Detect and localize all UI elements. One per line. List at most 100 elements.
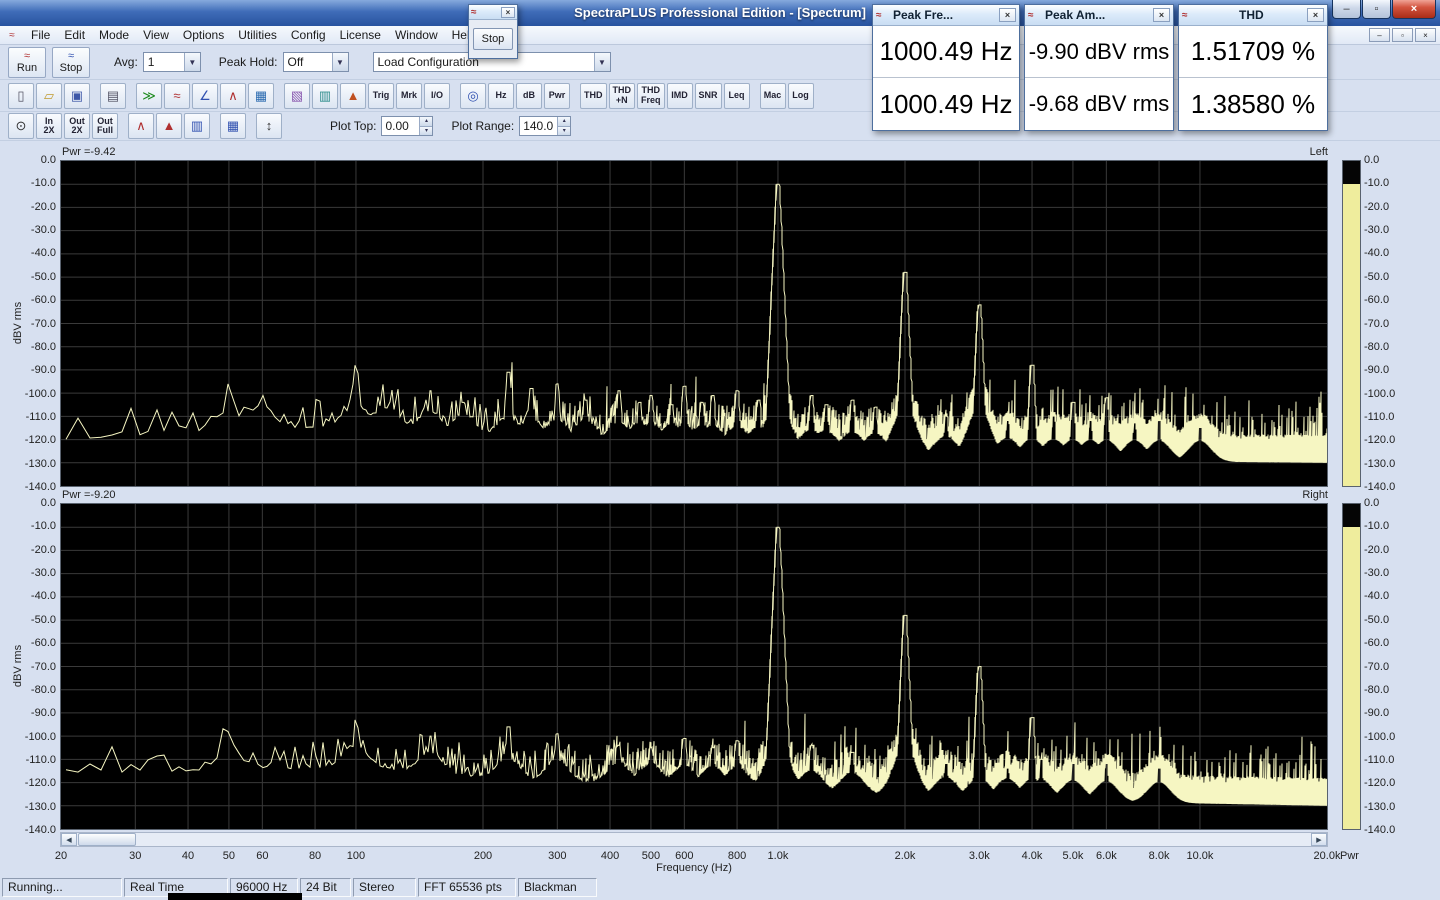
stop-window-titlebar[interactable]: ≈ × [469, 5, 517, 20]
y-axis-tick-label: -120.0 [10, 434, 56, 446]
spectrum-plot-right[interactable] [60, 503, 1328, 830]
menu-file[interactable]: File [24, 26, 57, 44]
run-fast-button[interactable]: ≫ [136, 83, 162, 109]
y-axis-tick-label: -120.0 [10, 777, 56, 789]
meter-view-button[interactable]: ▥ [312, 83, 338, 109]
peak-frequency-title: Peak Fre... [893, 8, 953, 22]
plot-style-filled-button[interactable]: ▲ [156, 113, 182, 139]
close-icon[interactable]: × [1153, 8, 1170, 22]
y-axis-tick-label: -20.0 [10, 544, 56, 556]
scroll-thumb[interactable] [78, 833, 136, 846]
peak-hold-select[interactable]: Off ▼ [283, 52, 349, 72]
io-device-button[interactable]: I/O [424, 83, 450, 109]
open-file-button[interactable]: ▱ [36, 83, 62, 109]
avg-select[interactable]: 1 ▼ [143, 52, 201, 72]
signal-generator-button[interactable]: ◎ [460, 83, 486, 109]
menu-options[interactable]: Options [176, 26, 231, 44]
y-axis-tick-label: -140.0 [10, 481, 56, 493]
y-axis-tick-label: -50.0 [10, 271, 56, 283]
thd-freq-button[interactable]: THD Freq [637, 83, 665, 109]
zoom-in-2x-button[interactable]: In 2X [36, 113, 62, 139]
y-axis-tick-label: -110.0 [10, 754, 56, 766]
menu-config[interactable]: Config [284, 26, 333, 44]
menu-license[interactable]: License [333, 26, 388, 44]
scroll-right-button[interactable]: ▶ [1311, 833, 1327, 846]
spin-up-icon[interactable]: ▴ [420, 117, 432, 127]
scroll-left-button[interactable]: ◀ [61, 833, 77, 846]
leq-button[interactable]: Leq [724, 83, 750, 109]
peak-frequency-titlebar[interactable]: ≈ Peak Fre... × [873, 5, 1019, 26]
zoom-out-full-button[interactable]: Out Full [92, 113, 118, 139]
menu-mode[interactable]: Mode [92, 26, 136, 44]
surface-view-button[interactable]: ▧ [284, 83, 310, 109]
close-icon[interactable]: × [999, 8, 1016, 22]
close-icon[interactable]: × [501, 7, 515, 18]
peak-hold-label: Peak Hold: [219, 55, 278, 69]
units-pwr-button[interactable]: Pwr [544, 83, 570, 109]
peak-view-button[interactable]: ▲ [340, 83, 366, 109]
dropdown-arrow-icon[interactable]: ▼ [332, 53, 348, 71]
close-icon[interactable]: × [1307, 8, 1324, 22]
time-series-view-button[interactable]: ≈ [164, 83, 190, 109]
y-axis-tick-label: 0.0 [10, 154, 56, 166]
spin-up-icon[interactable]: ▴ [558, 117, 570, 127]
plot-top-input[interactable]: 0.00 ▴▾ [381, 116, 433, 136]
plot-range-input[interactable]: 140.0 ▴▾ [519, 116, 571, 136]
spectra-icon: ≈ [1028, 10, 1042, 21]
marker-button[interactable]: Mrk [396, 83, 422, 109]
phase-view-button[interactable]: ∠ [192, 83, 218, 109]
spin-down-icon[interactable]: ▾ [420, 127, 432, 136]
leq-label: Leq [729, 91, 745, 101]
stop-button[interactable]: ≈ Stop [52, 47, 90, 78]
child-window-icon[interactable]: ≈ [4, 28, 20, 42]
trigger-button[interactable]: Trig [368, 83, 394, 109]
x-axis-tick-label: 20 [55, 850, 67, 862]
menu-edit[interactable]: Edit [57, 26, 92, 44]
thd-titlebar[interactable]: ≈ THD × [1179, 5, 1327, 26]
plot-range-label: Plot Range: [451, 119, 514, 133]
units-hz-button[interactable]: Hz [488, 83, 514, 109]
minimize-button[interactable]: – [1332, 0, 1361, 19]
data-table-button[interactable]: ▦ [220, 113, 246, 139]
zoom-out-2x-button[interactable]: Out 2X [64, 113, 90, 139]
child-close-button[interactable]: × [1415, 28, 1436, 42]
dropdown-arrow-icon[interactable]: ▼ [594, 53, 610, 71]
child-minimize-button[interactable]: – [1369, 28, 1390, 42]
meter-scale-label: -40.0 [1364, 247, 1412, 259]
floating-stop-button[interactable]: Stop [473, 28, 513, 50]
logging-button[interactable]: Log [788, 83, 814, 109]
spectrum-plot-left[interactable] [60, 160, 1328, 487]
y-axis-tick-label: -20.0 [10, 201, 56, 213]
autoscale-vertical-button[interactable]: ↕ [256, 113, 282, 139]
units-db-button[interactable]: dB [516, 83, 542, 109]
thd-plus-n-button[interactable]: THD +N [609, 83, 636, 109]
run-button[interactable]: ≈ Run [8, 47, 46, 78]
spin-down-icon[interactable]: ▾ [558, 127, 570, 136]
macro-button[interactable]: Mac [760, 83, 786, 109]
spectrum-view-button[interactable]: ∧ [220, 83, 246, 109]
snr-button[interactable]: SNR [695, 83, 722, 109]
menu-window[interactable]: Window [388, 26, 445, 44]
menu-view[interactable]: View [136, 26, 176, 44]
restore-button[interactable]: ▫ [1362, 0, 1391, 19]
zoom-button[interactable]: ⊙ [8, 113, 34, 139]
plot-style-bars-button[interactable]: ▥ [184, 113, 210, 139]
dropdown-arrow-icon[interactable]: ▼ [184, 53, 200, 71]
y-axis-tick-label: -130.0 [10, 801, 56, 813]
save-file-button[interactable]: ▣ [64, 83, 90, 109]
plot-style-line-button[interactable]: ∧ [128, 113, 154, 139]
plot-h-scrollbar[interactable]: ◀ ▶ [60, 832, 1328, 847]
x-axis-tick-label: 300 [548, 850, 566, 862]
pwr-readout-right: Pwr =-9.20 [62, 489, 116, 501]
child-restore-button[interactable]: ▫ [1392, 28, 1413, 42]
print-button[interactable]: ▤ [100, 83, 126, 109]
peak-amplitude-titlebar[interactable]: ≈ Peak Am... × [1025, 5, 1173, 26]
close-button[interactable]: × [1392, 0, 1436, 19]
scroll-track[interactable] [77, 833, 1311, 846]
spectrogram-view-button[interactable]: ▦ [248, 83, 274, 109]
x-axis-tick-label: 30 [129, 850, 141, 862]
imd-button[interactable]: IMD [667, 83, 693, 109]
menu-utilities[interactable]: Utilities [231, 26, 284, 44]
thd-button[interactable]: THD [580, 83, 607, 109]
new-file-button[interactable]: ▯ [8, 83, 34, 109]
